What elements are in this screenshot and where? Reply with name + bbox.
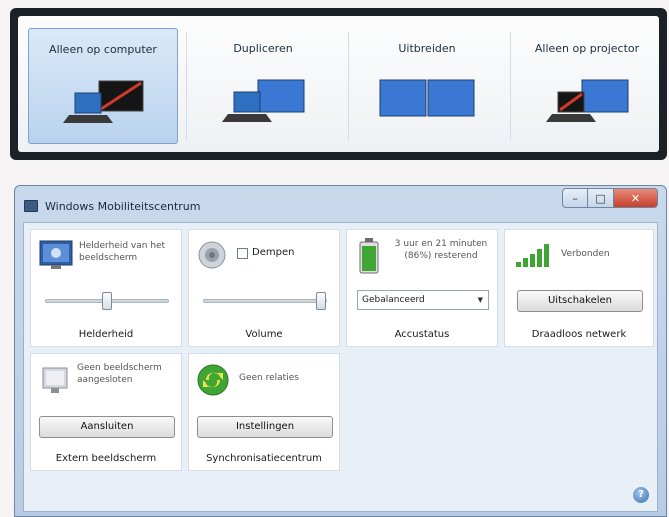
projector-switcher: Alleen op computer Dupliceren Uitbreiden xyxy=(10,8,667,160)
duplicate-icon xyxy=(222,79,305,122)
brightness-description: Helderheid van het beeldscherm xyxy=(79,241,166,263)
speaker-icon xyxy=(198,241,226,269)
mobility-center-window: Windows Mobiliteitscentrum – □ ✕ Helderh… xyxy=(14,185,667,517)
battery-icon xyxy=(359,238,379,274)
sync-settings-button[interactable]: Instellingen xyxy=(197,416,333,438)
tile-title: Accustatus xyxy=(394,329,450,340)
separator xyxy=(348,32,349,140)
tile-external-display: Geen beeldscherm aangesloten Aansluiten … xyxy=(30,353,182,471)
projector-only-icon xyxy=(546,79,629,122)
tile-title: Extern beeldscherm xyxy=(55,453,157,464)
tile-title: Volume xyxy=(245,329,283,340)
tile-title: Helderheid xyxy=(78,329,134,340)
window-app-icon xyxy=(24,200,38,212)
projector-switcher-panel: Alleen op computer Dupliceren Uitbreiden xyxy=(18,16,659,152)
extend-icon xyxy=(379,79,475,117)
external-display-status: Geen beeldscherm aangesloten xyxy=(77,363,162,385)
power-plan-value: Gebalanceerd xyxy=(362,295,425,305)
connect-display-button[interactable]: Aansluiten xyxy=(39,416,175,438)
monitor-icon xyxy=(42,367,68,393)
separator xyxy=(510,32,511,140)
option-extend[interactable]: Uitbreiden xyxy=(352,28,502,144)
window-title: Windows Mobiliteitscentrum xyxy=(45,200,201,213)
power-plan-select[interactable]: Gebalanceerd ▼ xyxy=(357,290,489,310)
mute-checkbox[interactable] xyxy=(237,248,248,259)
battery-status: 3 uur en 21 minuten (86%) resterend xyxy=(394,239,488,261)
dropdown-arrow-icon: ▼ xyxy=(477,296,483,304)
disable-wireless-button[interactable]: Uitschakelen xyxy=(517,290,643,312)
display-brightness-icon xyxy=(39,240,73,269)
tile-wireless: Verbonden Uitschakelen Draadloos netwerk xyxy=(504,229,654,347)
title-bar[interactable]: Windows Mobiliteitscentrum – □ ✕ xyxy=(15,186,666,222)
mute-label: Dempen xyxy=(252,247,295,258)
wireless-status: Verbonden xyxy=(561,249,610,259)
volume-slider-thumb[interactable] xyxy=(315,292,326,310)
option-computer-only[interactable]: Alleen op computer xyxy=(28,28,178,144)
option-label: Alleen op computer xyxy=(49,43,157,56)
minimize-button[interactable]: – xyxy=(562,188,588,208)
tile-title: Draadloos netwerk xyxy=(531,329,627,340)
option-label: Dupliceren xyxy=(233,42,293,55)
computer-only-icon xyxy=(63,80,144,123)
maximize-button[interactable]: □ xyxy=(588,188,614,208)
separator xyxy=(186,32,187,140)
tile-brightness: Helderheid van het beeldscherm Helderhei… xyxy=(30,229,182,347)
brightness-slider-thumb[interactable] xyxy=(102,292,112,310)
option-label: Uitbreiden xyxy=(398,42,456,55)
tiles-area: Helderheid van het beeldscherm Helderhei… xyxy=(23,222,658,512)
sync-icon xyxy=(197,364,229,396)
tile-title: Synchronisatiecentrum xyxy=(206,453,322,464)
signal-bars-icon xyxy=(516,244,549,267)
option-projector-only[interactable]: Alleen op projector xyxy=(512,28,662,144)
help-icon[interactable]: ? xyxy=(633,487,649,503)
option-duplicate[interactable]: Dupliceren xyxy=(188,28,338,144)
close-button[interactable]: ✕ xyxy=(614,188,658,208)
window-controls: – □ ✕ xyxy=(562,188,658,208)
tile-volume: Dempen Volume xyxy=(188,229,340,347)
volume-slider-track[interactable] xyxy=(203,299,327,303)
tile-sync-center: Geen relaties Instellingen Synchronisati… xyxy=(188,353,340,471)
tile-battery: 3 uur en 21 minuten (86%) resterend Geba… xyxy=(346,229,498,347)
option-label: Alleen op projector xyxy=(534,42,640,55)
sync-status: Geen relaties xyxy=(239,373,299,383)
